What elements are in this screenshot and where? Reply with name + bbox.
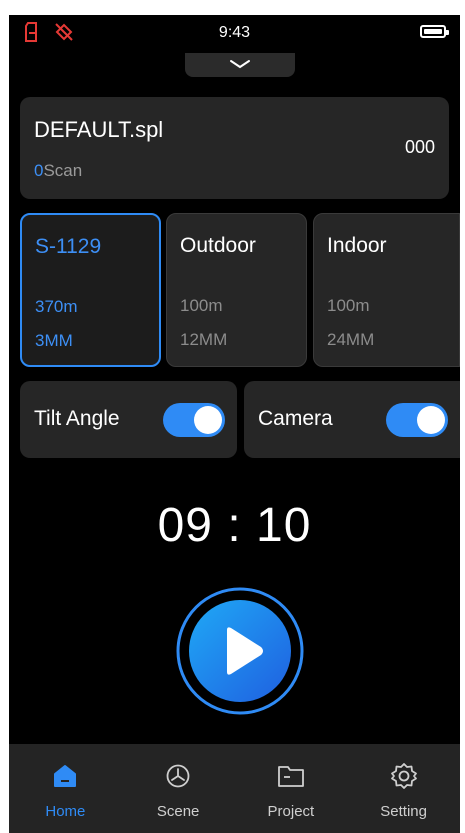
status-bar: 9:43 (9, 15, 460, 51)
mode-lens: 12MM (180, 330, 228, 349)
mode-name: Indoor (327, 234, 387, 257)
file-count: 000 (404, 137, 435, 157)
timer-display: 09 : 10 (157, 499, 312, 552)
tab-setting-label: Setting (380, 803, 427, 820)
toggle-knob (194, 406, 222, 434)
play-icon (176, 587, 304, 715)
folder-icon (277, 761, 305, 791)
mode-range: 370m (35, 297, 78, 316)
mode-lens: 3MM (35, 331, 73, 350)
chevron-down-icon (229, 56, 251, 74)
file-name: DEFAULT.spl (34, 117, 164, 142)
scan-label: Scan (43, 161, 83, 180)
app-screen: 9:43 DEFAULT.spl 0Scan 000 S-1129 370m 3… (9, 15, 460, 833)
battery-icon (420, 25, 449, 38)
play-button[interactable] (175, 586, 305, 716)
camera-toggle[interactable] (386, 403, 448, 437)
mode-card-outdoor[interactable]: Outdoor 100m 12MM (166, 213, 307, 367)
mode-lens: 24MM (327, 330, 375, 349)
tab-project-label: Project (267, 803, 315, 820)
mode-card-indoor[interactable]: Indoor 100m 24MM (313, 213, 460, 367)
scan-info: 0Scan (34, 161, 82, 181)
no-location-icon (53, 22, 75, 47)
home-icon (52, 761, 78, 791)
tab-home[interactable]: Home (9, 744, 122, 833)
tilt-angle-toggle[interactable] (163, 403, 225, 437)
tab-scene[interactable]: Scene (122, 744, 235, 833)
bottom-tab-bar: Home Scene Project Setting (9, 744, 460, 833)
gear-icon (390, 761, 418, 791)
mode-name: S-1129 (35, 235, 102, 258)
status-time: 9:43 (218, 24, 251, 41)
tab-home-label: Home (45, 803, 86, 820)
tilt-angle-label: Tilt Angle (34, 407, 120, 430)
tilt-angle-card: Tilt Angle (20, 381, 237, 458)
mode-name: Outdoor (180, 234, 256, 257)
scene-icon (165, 761, 191, 791)
mode-range: 100m (327, 296, 370, 315)
sd-card-icon (25, 22, 39, 47)
tab-project[interactable]: Project (235, 744, 348, 833)
pulldown-handle[interactable] (185, 53, 295, 77)
camera-label: Camera (258, 407, 333, 430)
project-file-card[interactable]: DEFAULT.spl 0Scan 000 (20, 97, 449, 199)
toggle-knob (417, 406, 445, 434)
camera-card: Camera (244, 381, 460, 458)
tab-scene-label: Scene (156, 803, 200, 820)
mode-card-s1129[interactable]: S-1129 370m 3MM (20, 213, 161, 367)
mode-range: 100m (180, 296, 223, 315)
tab-setting[interactable]: Setting (347, 744, 460, 833)
